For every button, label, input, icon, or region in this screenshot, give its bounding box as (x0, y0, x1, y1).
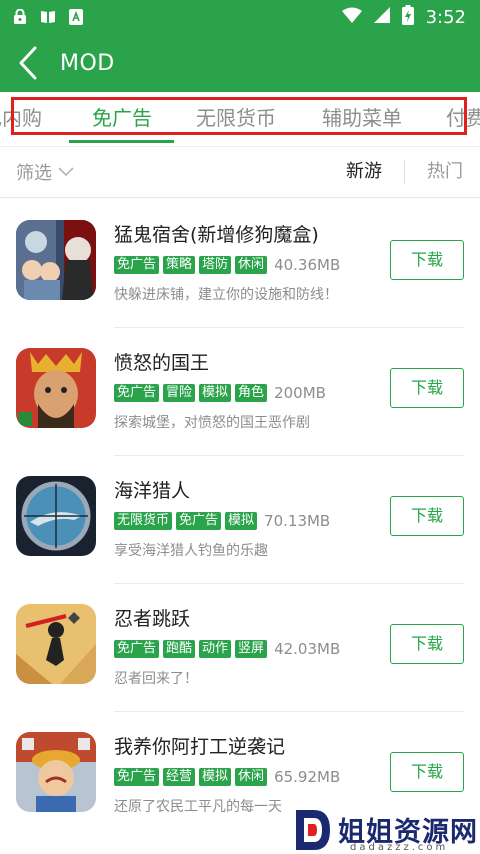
app-name: 猛鬼宿舍(新增修狗魔盒) (114, 224, 319, 246)
watermark-url: dadazzz.com (350, 842, 449, 853)
wifi-icon (341, 7, 362, 28)
watermark: 姐姐资源网 dadazzz.com (290, 806, 480, 854)
app-tag: 休闲 (235, 256, 268, 274)
sort-hot-button[interactable]: 热门 (427, 147, 463, 197)
app-tag: 免广告 (176, 512, 222, 530)
app-tag: 休闲 (235, 768, 268, 786)
chevron-down-icon (58, 167, 74, 177)
app-description: 忍者回来了！ (114, 671, 198, 687)
app-size: 200MB (274, 384, 326, 402)
app-name: 我养你阿打工逆袭记 (114, 736, 286, 758)
battery-charging-icon (401, 4, 414, 30)
app-tag: 竖屏 (235, 640, 268, 658)
list-item[interactable]: 愤怒的国王 免广告 冒险 模拟 角色 200MB 探索城堡，对愤怒的国王恶作剧 … (0, 328, 480, 456)
app-tag: 跑酷 (163, 640, 196, 658)
app-size: 40.36MB (274, 256, 341, 274)
app-tag: 免广告 (114, 384, 160, 402)
app-description: 探索城堡，对愤怒的国王恶作剧 (114, 415, 310, 431)
app-size: 70.13MB (264, 512, 331, 530)
app-size: 42.03MB (274, 640, 341, 658)
sort-new-button[interactable]: 新游 (346, 147, 382, 197)
app-meta: 无限货币 免广告 模拟 70.13MB (114, 512, 330, 530)
app-icon-angry-king (16, 348, 96, 428)
app-tag: 免广告 (114, 256, 160, 274)
app-tag: 模拟 (225, 512, 258, 530)
app-meta: 免广告 跑酷 动作 竖屏 42.03MB (114, 640, 340, 658)
lock-icon (12, 9, 28, 25)
app-tag: 角色 (235, 384, 268, 402)
sort-divider (404, 160, 405, 184)
active-tab-indicator (69, 140, 174, 143)
download-button[interactable]: 下载 (390, 496, 464, 536)
app-tag: 动作 (199, 640, 232, 658)
download-button[interactable]: 下载 (390, 752, 464, 792)
page-title: MOD (60, 50, 115, 76)
app-icon-ocean-hunter (16, 476, 96, 556)
app-tag: 模拟 (199, 384, 232, 402)
app-tag: 免广告 (114, 640, 160, 658)
notification-a-icon (68, 9, 84, 25)
app-icon-ghost-dorm (16, 220, 96, 300)
app-name: 忍者跳跃 (114, 608, 191, 630)
tab-assist-menu[interactable]: 辅助菜单 (322, 92, 402, 144)
app-meta: 免广告 策略 塔防 休闲 40.36MB (114, 256, 340, 274)
app-description: 享受海洋猎人钓鱼的乐趣 (114, 543, 268, 559)
back-button[interactable] (4, 34, 52, 92)
app-icon-work-comeback (16, 732, 96, 812)
app-name: 海洋猎人 (114, 480, 191, 502)
list-item[interactable]: 海洋猎人 无限货币 免广告 模拟 70.13MB 享受海洋猎人钓鱼的乐趣 下载 (0, 456, 480, 584)
download-button[interactable]: 下载 (390, 240, 464, 280)
app-tag: 策略 (163, 256, 196, 274)
download-button[interactable]: 下载 (390, 624, 464, 664)
signal-icon (373, 6, 390, 28)
app-tag: 模拟 (199, 768, 232, 786)
watermark-logo-icon (296, 810, 330, 850)
download-button[interactable]: 下载 (390, 368, 464, 408)
app-description: 快躲进床铺，建立你的设施和防线！ (114, 287, 338, 303)
tab-no-iap[interactable]: 色内购 (0, 92, 42, 144)
tab-no-ads[interactable]: 免广告 (92, 92, 152, 144)
app-name: 愤怒的国王 (114, 352, 210, 374)
app-tag: 经营 (163, 768, 196, 786)
category-tabs: 色内购 免广告 无限货币 辅助菜单 付费 (0, 92, 480, 147)
book-icon (40, 9, 56, 25)
app-meta: 免广告 经营 模拟 休闲 65.92MB (114, 768, 340, 786)
tab-paid[interactable]: 付费 (446, 92, 480, 144)
tab-unlimited-currency[interactable]: 无限货币 (196, 92, 276, 144)
status-left-icons (12, 9, 84, 25)
app-meta: 免广告 冒险 模拟 角色 200MB (114, 384, 326, 402)
back-chevron-icon (19, 46, 37, 80)
app-icon-ninja-jump (16, 604, 96, 684)
app-tag: 无限货币 (114, 512, 173, 530)
app-header: MOD (0, 34, 480, 92)
list-item[interactable]: 猛鬼宿舍(新增修狗魔盒) 免广告 策略 塔防 休闲 40.36MB 快躲进床铺，… (0, 200, 480, 328)
app-tag: 冒险 (163, 384, 196, 402)
list-item[interactable]: 忍者跳跃 免广告 跑酷 动作 竖屏 42.03MB 忍者回来了！ 下载 (0, 584, 480, 712)
app-size: 65.92MB (274, 768, 341, 786)
app-tag: 免广告 (114, 768, 160, 786)
app-tag: 塔防 (199, 256, 232, 274)
app-description: 还原了农民工平凡的每一天 (114, 799, 282, 815)
filter-bar: 筛选 新游 热门 (0, 147, 480, 198)
status-time: 3:52 (425, 6, 466, 28)
filter-button[interactable]: 筛选 (16, 147, 74, 197)
filter-label: 筛选 (16, 163, 52, 184)
status-right: 3:52 (341, 4, 466, 30)
status-bar: 3:52 (0, 0, 480, 34)
